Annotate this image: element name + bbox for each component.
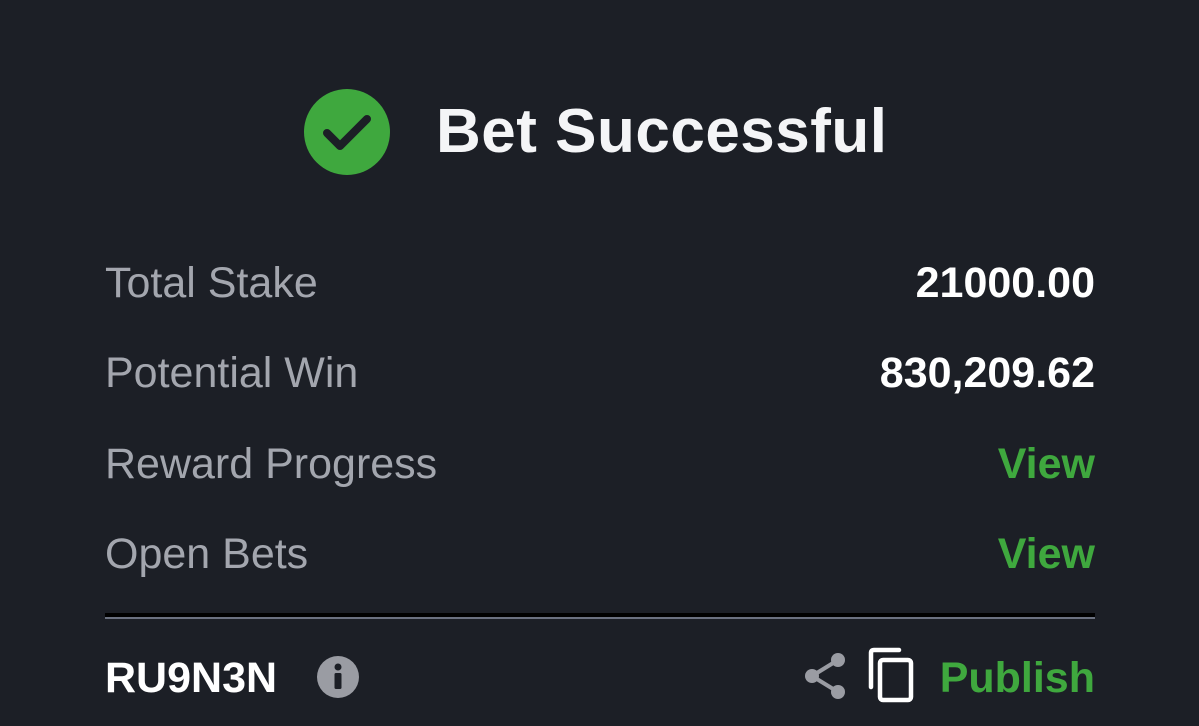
open-bets-label: Open Bets	[105, 530, 309, 578]
page-title: Bet Successful	[436, 97, 888, 166]
total-stake-row: Total Stake 21000.00	[105, 255, 1095, 311]
booking-footer: RU9N3N Publish	[105, 646, 1095, 710]
open-bets-row: Open Bets View	[105, 526, 1095, 582]
share-icon[interactable]	[802, 650, 848, 702]
divider	[105, 613, 1095, 619]
potential-win-value: 830,209.62	[879, 349, 1095, 397]
reward-progress-row: Reward Progress View	[105, 436, 1095, 492]
total-stake-label: Total Stake	[105, 259, 318, 307]
potential-win-row: Potential Win 830,209.62	[105, 345, 1095, 401]
publish-button[interactable]: Publish	[940, 650, 1095, 706]
reward-progress-label: Reward Progress	[105, 440, 438, 488]
booking-code: RU9N3N	[105, 654, 278, 702]
info-icon[interactable]	[316, 655, 360, 699]
open-bets-view-link[interactable]: View	[998, 526, 1095, 582]
total-stake-value: 21000.00	[915, 259, 1095, 307]
potential-win-label: Potential Win	[105, 349, 359, 397]
success-header: Bet Successful	[0, 88, 1199, 176]
check-circle-icon	[304, 89, 390, 175]
copy-icon[interactable]	[867, 647, 915, 703]
reward-progress-view-link[interactable]: View	[998, 436, 1095, 492]
